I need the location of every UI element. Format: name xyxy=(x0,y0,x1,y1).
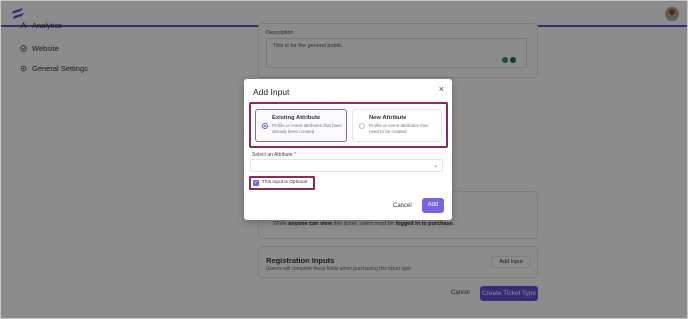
option-title: Existing Attribute xyxy=(272,115,321,121)
option-title: New Attribute xyxy=(369,115,407,121)
radio-unselected[interactable] xyxy=(359,123,365,129)
optional-input-toggle[interactable]: ✓ This Input is Optional xyxy=(249,176,315,190)
radio-selected[interactable] xyxy=(262,123,268,129)
modal-add-button[interactable]: Add xyxy=(422,198,444,213)
new-attribute-option[interactable]: New Attribute Profile or event attribute… xyxy=(352,109,442,142)
attribute-type-group: Existing Attribute Profile or event attr… xyxy=(249,102,448,148)
optional-checkbox[interactable]: ✓ xyxy=(253,180,259,186)
option-description: Profile or event attributes that have al… xyxy=(272,123,342,134)
option-description: Profile or event attributes that need to… xyxy=(369,123,428,134)
add-input-modal: Add Input × Existing Attribute Profile o… xyxy=(244,79,452,220)
attribute-select[interactable]: ⌄ xyxy=(250,159,443,172)
modal-title: Add Input xyxy=(253,87,290,97)
optional-label: This Input is Optional xyxy=(262,180,308,185)
app-frame: Analytics Website General Settings Descr… xyxy=(0,0,688,319)
close-icon[interactable]: × xyxy=(439,84,444,94)
select-attribute-label: Select an Attribute * xyxy=(252,152,296,158)
chevron-down-icon: ⌄ xyxy=(432,163,438,169)
modal-cancel-button[interactable]: Cancel xyxy=(393,203,412,209)
existing-attribute-option[interactable]: Existing Attribute Profile or event attr… xyxy=(255,109,347,142)
required-mark: * xyxy=(293,152,296,158)
